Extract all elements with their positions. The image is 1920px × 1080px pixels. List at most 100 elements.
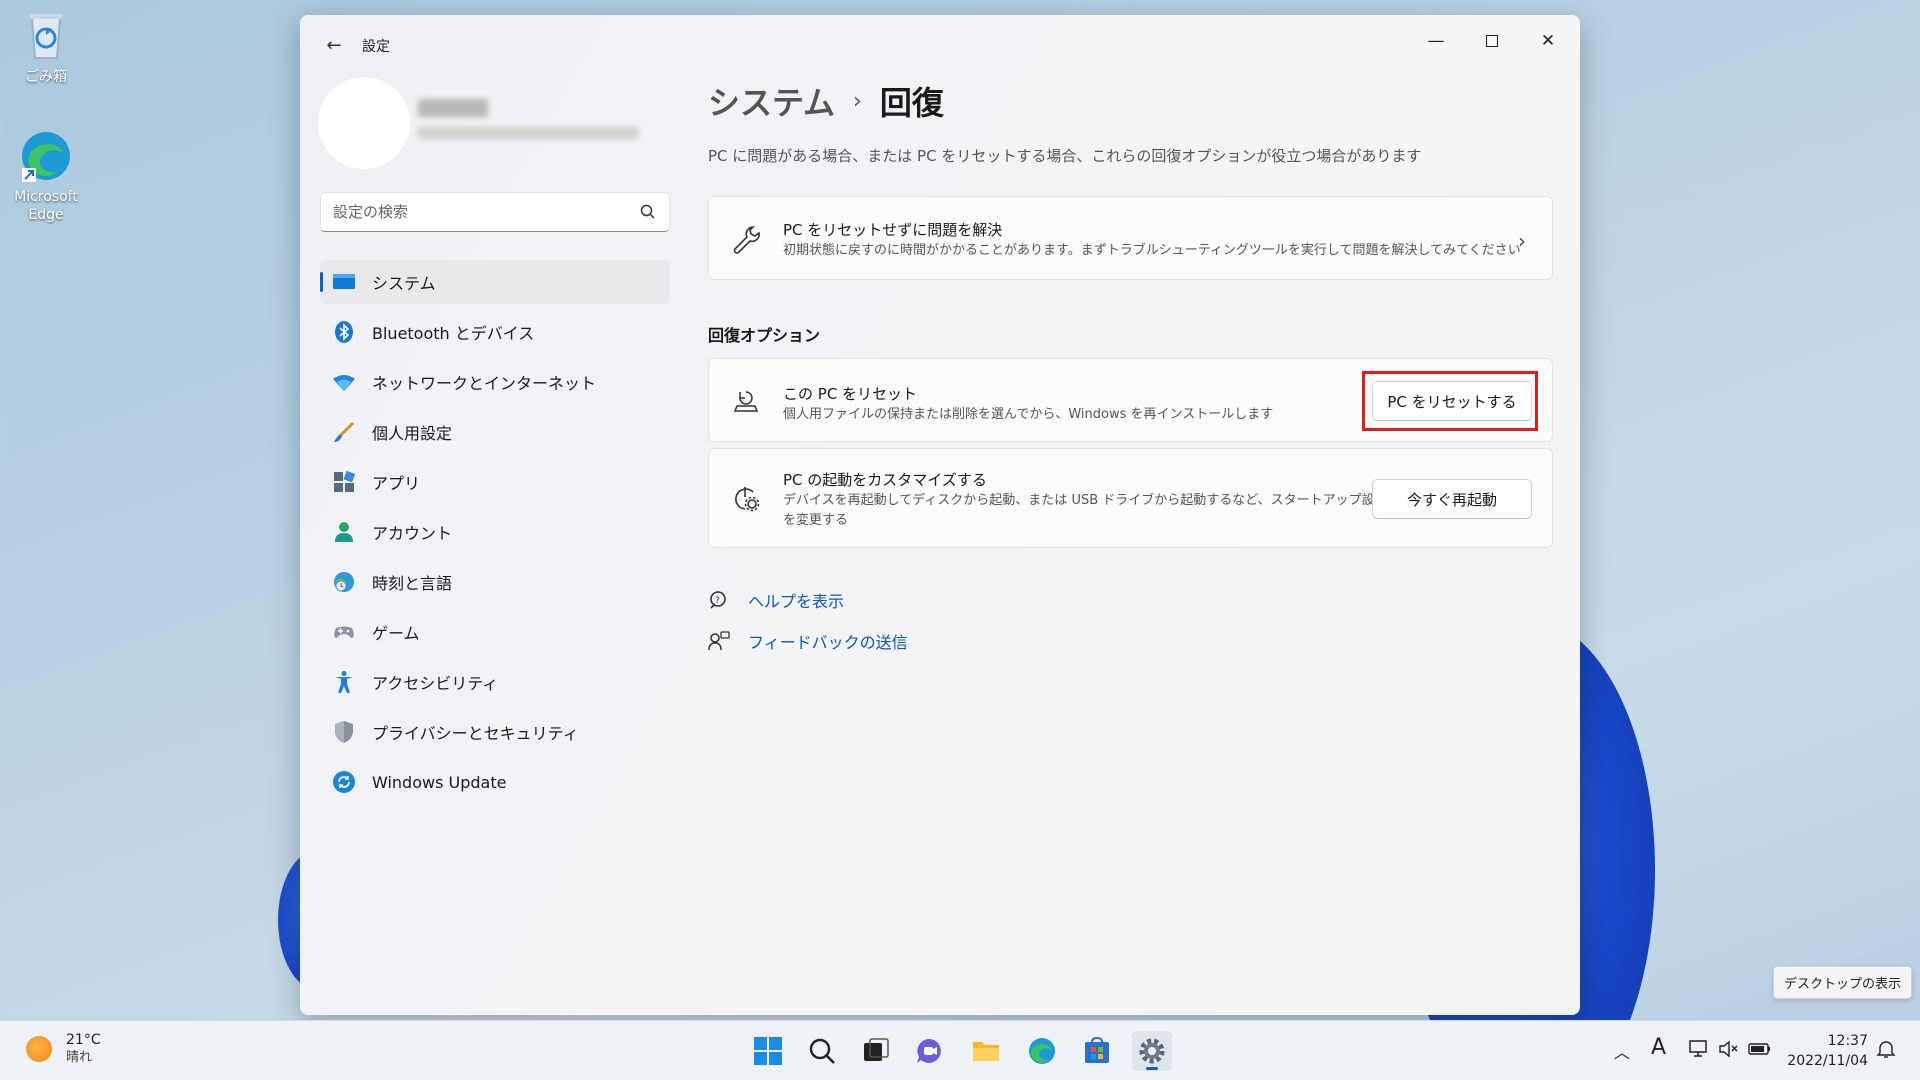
sidebar-item-windows-update[interactable]: Windows Update — [320, 760, 670, 804]
sidebar-item-bluetooth[interactable]: Bluetooth とデバイス — [320, 310, 670, 354]
start-button[interactable] — [748, 1031, 788, 1071]
svg-text:?: ? — [715, 596, 720, 606]
user-profile[interactable] — [318, 77, 638, 177]
minimize-icon: — — [1427, 31, 1445, 51]
edge-icon — [1029, 1038, 1055, 1064]
globe-clock-icon — [334, 572, 354, 592]
reset-pc-card: この PC をリセット 個人用ファイルの保持または削除を選んでから、Window… — [708, 358, 1553, 442]
search-icon — [809, 1038, 835, 1064]
sun-icon — [26, 1036, 52, 1062]
sidebar-item-label: ゲーム — [372, 624, 420, 643]
windows-logo-icon — [754, 1037, 782, 1065]
edge-button[interactable] — [1022, 1031, 1062, 1071]
maximize-button[interactable] — [1464, 21, 1520, 61]
close-button[interactable]: ✕ — [1520, 21, 1576, 61]
sidebar-item-gaming[interactable]: ゲーム — [320, 610, 670, 654]
minimize-button[interactable]: — — [1408, 21, 1464, 61]
desktop-icon-edge[interactable]: Microsoft Edge — [8, 128, 84, 224]
weather-widget[interactable]: 21°C 晴れ — [26, 1031, 101, 1067]
sidebar-item-label: アクセシビリティ — [372, 674, 499, 693]
taskbar-search-button[interactable] — [802, 1031, 842, 1071]
sidebar-item-network[interactable]: ネットワークとインターネット — [320, 360, 670, 404]
apps-icon — [334, 470, 356, 492]
advanced-startup-card: PC の起動をカスタマイズする デバイスを再起動してディスクから起動、または U… — [708, 448, 1553, 548]
weather-temperature: 21°C — [66, 1032, 101, 1048]
section-title-recovery-options: 回復オプション — [708, 326, 821, 345]
file-explorer-button[interactable] — [966, 1031, 1006, 1071]
breadcrumb: システム › 回復 — [708, 75, 1553, 127]
clock-time: 12:37 — [1827, 1033, 1868, 1049]
card-subtitle: を変更する — [783, 513, 849, 528]
chat-icon — [917, 1038, 941, 1063]
settings-window: ← 設定 — ✕ システム — [300, 15, 1580, 1015]
sidebar-item-label: 個人用設定 — [372, 424, 453, 443]
card-title: この PC をリセット — [783, 385, 918, 403]
sidebar-item-time-language[interactable]: 時刻と言語 — [320, 560, 670, 604]
task-view-button[interactable] — [856, 1031, 896, 1071]
clock-date: 2022/11/04 — [1787, 1053, 1868, 1069]
brush-icon — [334, 422, 354, 442]
card-title: PC の起動をカスタマイズする — [783, 471, 987, 489]
avatar — [318, 77, 410, 169]
link-label: ヘルプを表示 — [748, 592, 845, 611]
accessibility-icon — [335, 671, 353, 693]
restart-gear-icon — [735, 487, 760, 512]
search-box[interactable] — [320, 192, 670, 232]
taskbar: 21°C 晴れ ︿ A 12:37 2022/11/04 — [0, 1020, 1920, 1080]
card-subtitle: 初期状態に戻すのに時間がかかることがあります。まずトラブルシューティングツールを… — [783, 243, 1521, 258]
ime-indicator[interactable]: A — [1651, 1035, 1666, 1060]
wrench-icon — [733, 226, 760, 254]
card-subtitle: デバイスを再起動してディスクから起動、または USB ドライブから起動するなど、… — [783, 493, 1388, 508]
sidebar-item-accounts[interactable]: アカウント — [320, 510, 670, 554]
back-button[interactable]: ← — [318, 29, 350, 61]
link-label: フィードバックの送信 — [748, 633, 908, 652]
sidebar-item-privacy[interactable]: プライバシーとセキュリティ — [320, 710, 670, 754]
page-description: PC に問題がある場合、または PC をリセットする場合、これらの回復オプション… — [708, 147, 1422, 165]
sidebar-item-label: システム — [372, 274, 436, 293]
shield-icon — [335, 721, 353, 743]
help-link[interactable]: ? ヘルプを表示 — [708, 588, 844, 612]
feedback-icon — [708, 631, 730, 651]
restart-now-button[interactable]: 今すぐ再起動 — [1372, 479, 1532, 519]
chevron-right-icon: › — [853, 88, 862, 114]
store-icon — [1085, 1036, 1109, 1063]
speaker-muted-icon[interactable] — [1718, 1039, 1740, 1063]
settings-app-button[interactable] — [1132, 1031, 1172, 1071]
feedback-link[interactable]: フィードバックの送信 — [708, 629, 908, 653]
recycle-bin-icon — [18, 8, 74, 64]
sidebar-item-label: アカウント — [372, 524, 453, 543]
folder-icon — [973, 1042, 999, 1061]
network-icon[interactable] — [1688, 1039, 1710, 1063]
close-icon: ✕ — [1540, 31, 1556, 51]
clock[interactable]: 12:37 2022/11/04 — [1787, 1031, 1868, 1071]
reset-pc-icon — [733, 391, 759, 412]
sidebar-item-label: ネットワークとインターネット — [372, 374, 597, 393]
sidebar-item-personalization[interactable]: 個人用設定 — [320, 410, 670, 454]
sidebar-item-accessibility[interactable]: アクセシビリティ — [320, 660, 670, 704]
store-button[interactable] — [1077, 1031, 1117, 1071]
sidebar-item-label: Bluetooth とデバイス — [372, 324, 535, 343]
sidebar-item-system[interactable]: システム — [320, 260, 670, 304]
breadcrumb-parent[interactable]: システム — [708, 78, 835, 124]
wifi-icon — [333, 375, 355, 391]
window-title: 設定 — [362, 39, 390, 55]
user-email-redacted — [418, 127, 638, 139]
notification-bell-icon[interactable] — [1876, 1039, 1896, 1063]
chevron-up-icon[interactable]: ︿ — [1614, 1039, 1630, 1063]
sidebar-item-apps[interactable]: アプリ — [320, 460, 670, 504]
troubleshoot-card[interactable]: PC をリセットせずに問題を解決 初期状態に戻すのに時間がかかることがあります。… — [708, 196, 1553, 280]
sidebar-nav: システム Bluetooth とデバイス ネットワークとインターネット 個人用設… — [320, 260, 670, 810]
search-input[interactable] — [333, 203, 613, 221]
search-icon — [640, 204, 655, 219]
desktop-icon-recycle-bin[interactable]: ごみ箱 — [8, 8, 84, 86]
desktop-icon-label: Microsoft Edge — [14, 189, 78, 223]
related-links: ? ヘルプを表示 フィードバックの送信 — [708, 588, 1553, 678]
battery-icon[interactable] — [1748, 1039, 1772, 1063]
title-bar: ← 設定 — ✕ — [300, 15, 1580, 73]
sidebar-item-label: プライバシーとセキュリティ — [372, 724, 579, 743]
sidebar-item-label: Windows Update — [372, 772, 507, 792]
chat-button[interactable] — [910, 1031, 950, 1071]
sidebar-item-label: 時刻と言語 — [372, 574, 453, 593]
desktop-icon-label: ごみ箱 — [25, 69, 67, 85]
edge-icon — [18, 128, 74, 184]
